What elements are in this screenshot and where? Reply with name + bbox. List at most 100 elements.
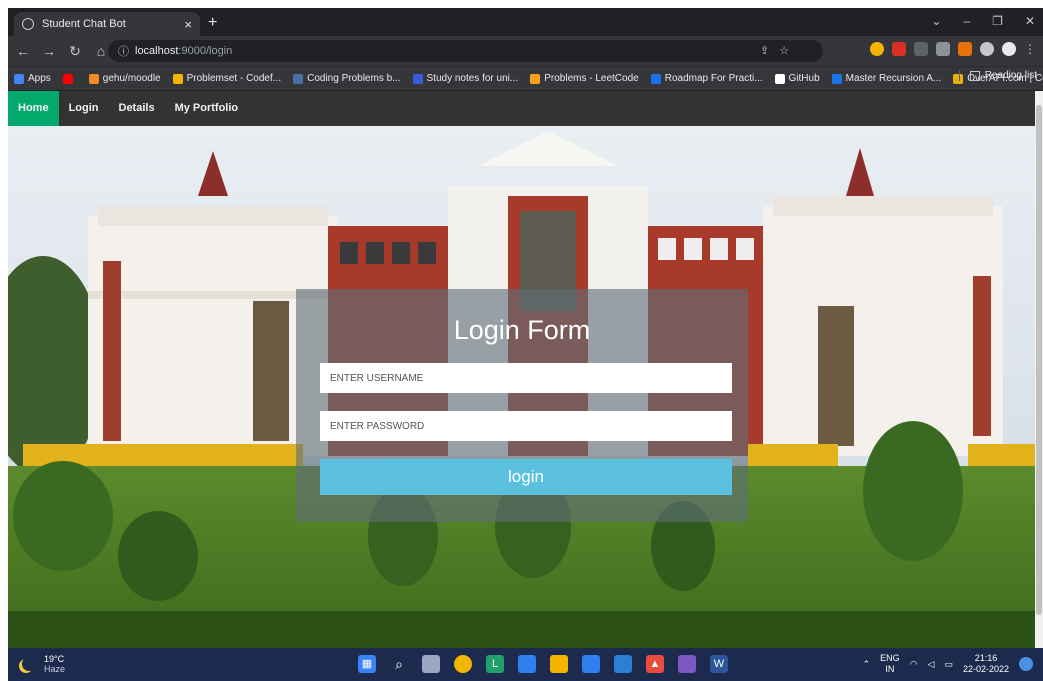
weather-widget[interactable]: 19°C Haze xyxy=(22,654,65,674)
login-form: Login Form login xyxy=(296,289,748,522)
bookmark-icon xyxy=(530,73,541,84)
bookmark-icon xyxy=(172,73,183,84)
visual-studio-icon[interactable] xyxy=(678,655,696,673)
bookmark-item[interactable]: Problemset - Codef... xyxy=(172,73,282,84)
system-tray: ⌃ ENG IN ◠ ◁ ▭ 21:16 22-02-2022 xyxy=(863,653,1033,675)
menu-icon[interactable]: ⋮ xyxy=(1024,42,1036,56)
wifi-icon[interactable]: ◠ xyxy=(910,659,918,670)
tab-search-icon[interactable]: ⌄ xyxy=(931,14,941,28)
bookmark-label: Problemset - Codef... xyxy=(186,73,282,84)
puzzle-icon[interactable] xyxy=(980,42,994,56)
web-page: Home Login Details My Portfolio Login Fo… xyxy=(8,91,1035,648)
browser-window: Student Chat Bot × + ⌄ – ❐ ✕ ← → ↻ ⌂ ⓘ l… xyxy=(8,8,1043,681)
file-explorer-icon[interactable] xyxy=(550,655,568,673)
site-info-icon[interactable]: ⓘ xyxy=(118,43,129,59)
app-icon[interactable]: ▲ xyxy=(646,655,664,673)
notification-icon[interactable] xyxy=(1019,657,1033,671)
bookmark-item[interactable]: Problems - LeetCode xyxy=(530,73,639,84)
bookmark-label: Master Recursion A... xyxy=(845,73,942,84)
bookmark-item[interactable]: Study notes for uni... xyxy=(412,73,519,84)
nav-link-home[interactable]: Home xyxy=(8,91,59,126)
bookmarks-bar: Apps gehu/moodle Problemset - Codef... Codi… xyxy=(8,66,1043,90)
login-button[interactable]: login xyxy=(320,459,732,495)
top-nav: Home Login Details My Portfolio xyxy=(8,91,1035,126)
globe-icon xyxy=(22,18,34,30)
app-icon[interactable]: L xyxy=(486,655,504,673)
bookmark-label: Study notes for uni... xyxy=(426,73,519,84)
clock-time: 21:16 xyxy=(974,653,998,663)
profile-avatar-icon[interactable] xyxy=(1002,42,1016,56)
close-window-icon[interactable]: ✕ xyxy=(1025,14,1035,28)
bookmark-label: Coding Problems b... xyxy=(307,73,401,84)
extension-icon[interactable] xyxy=(936,42,950,56)
lang-top: ENG xyxy=(880,653,900,663)
extension-icon[interactable] xyxy=(870,42,884,56)
chrome-icon[interactable] xyxy=(454,655,472,673)
minimize-icon[interactable]: – xyxy=(963,14,970,28)
bookmark-label: gehu/moodle xyxy=(102,73,161,84)
bookmark-item[interactable]: gehu/moodle xyxy=(88,73,161,84)
app-icon[interactable] xyxy=(518,655,536,673)
password-input[interactable] xyxy=(320,411,732,441)
address-bar[interactable]: ⓘ localhost :9000/login xyxy=(108,40,823,62)
nav-link-login[interactable]: Login xyxy=(59,91,109,126)
reading-list-button[interactable]: Reading list xyxy=(958,70,1037,81)
bookmark-icon xyxy=(88,73,99,84)
omnibox-actions: ⇪ ☆ xyxy=(760,44,789,57)
windows-taskbar: 19°C Haze ▦ ⌕ L ▲ W ⌃ ENG IN ◠ ◁ ▭ 21:16… xyxy=(8,648,1043,681)
extensions: ⋮ xyxy=(870,42,1036,56)
close-tab-icon[interactable]: × xyxy=(184,17,192,32)
scrollbar-thumb[interactable] xyxy=(1036,105,1042,615)
browser-toolbar: ← → ↻ ⌂ ⓘ localhost :9000/login ⇪ ☆ ⋮ xyxy=(8,36,1043,66)
share-icon[interactable]: ⇪ xyxy=(760,44,769,57)
moon-icon xyxy=(22,657,36,671)
nav-link-details[interactable]: Details xyxy=(109,91,165,126)
vscode-icon[interactable] xyxy=(614,655,632,673)
word-icon[interactable]: W xyxy=(710,655,728,673)
window-controls: ⌄ – ❐ ✕ xyxy=(931,14,1035,28)
reading-list-label: Reading list xyxy=(984,70,1037,81)
battery-icon[interactable]: ▭ xyxy=(944,659,953,670)
campus-background-image: Login Form login xyxy=(8,126,1035,648)
chevron-up-icon[interactable]: ⌃ xyxy=(863,659,871,670)
clock-date: 22-02-2022 xyxy=(962,664,1009,674)
bookmark-label: Problems - LeetCode xyxy=(544,73,639,84)
bookmark-item[interactable]: Master Recursion A... xyxy=(831,73,942,84)
url-host: localhost xyxy=(135,45,179,57)
nav-link-my-portfolio[interactable]: My Portfolio xyxy=(165,91,249,126)
task-view-icon[interactable] xyxy=(422,655,440,673)
clock[interactable]: 21:16 22-02-2022 xyxy=(963,653,1009,675)
search-icon[interactable]: ⌕ xyxy=(390,655,408,673)
url-path: :9000/login xyxy=(178,45,233,57)
back-arrow-icon[interactable]: ← xyxy=(12,43,34,59)
tab-student-chat-bot[interactable]: Student Chat Bot × xyxy=(14,12,200,36)
forward-arrow-icon[interactable]: → xyxy=(38,43,60,59)
lang-bottom: IN xyxy=(885,664,895,674)
restore-icon[interactable]: ❐ xyxy=(992,14,1003,28)
new-tab-button[interactable]: + xyxy=(208,14,217,32)
extension-icon[interactable] xyxy=(892,42,906,56)
bookmark-item[interactable] xyxy=(62,73,77,84)
taskbar-apps: ▦ ⌕ L ▲ W xyxy=(358,655,728,673)
start-icon[interactable]: ▦ xyxy=(358,655,376,673)
language-indicator[interactable]: ENG IN xyxy=(880,653,900,675)
bookmark-label: Apps xyxy=(28,73,51,84)
reload-icon[interactable]: ↻ xyxy=(64,43,86,60)
bookmark-icon xyxy=(774,73,785,84)
reading-list-icon xyxy=(969,70,980,81)
app-icon[interactable] xyxy=(582,655,600,673)
bookmark-item[interactable]: Coding Problems b... xyxy=(293,73,401,84)
bookmark-icon xyxy=(831,73,842,84)
bookmark-item[interactable]: GitHub xyxy=(774,73,820,84)
weather-condition: Haze xyxy=(44,664,66,674)
bookmark-icon xyxy=(412,73,423,84)
username-input[interactable] xyxy=(320,363,732,393)
bookmark-item[interactable]: Roadmap For Practi... xyxy=(650,73,763,84)
bookmark-icon xyxy=(293,73,304,84)
volume-icon[interactable]: ◁ xyxy=(928,659,935,670)
extension-icon[interactable] xyxy=(914,42,928,56)
bookmark-item[interactable]: Apps xyxy=(14,73,51,84)
extension-icon[interactable] xyxy=(958,42,972,56)
bookmark-star-icon[interactable]: ☆ xyxy=(779,44,789,57)
page-scrollbar[interactable] xyxy=(1035,91,1043,648)
